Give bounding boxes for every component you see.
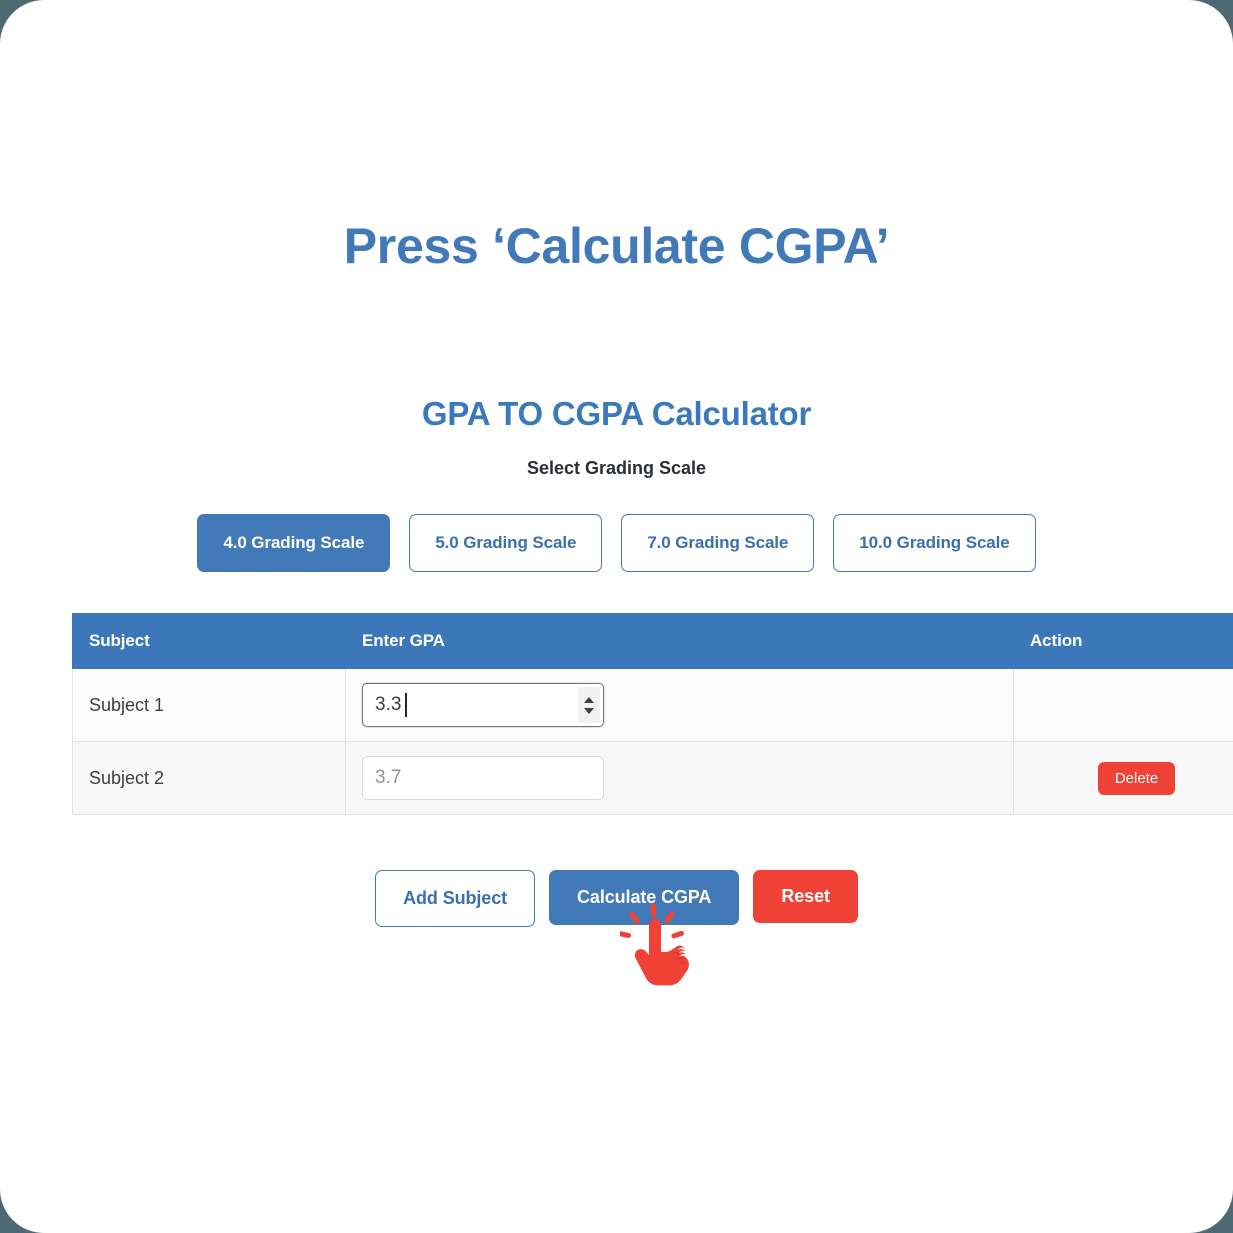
gpa-input-subject-2[interactable] xyxy=(362,756,604,800)
subject-name-cell: Subject 1 xyxy=(72,668,346,742)
column-header-enter-gpa: Enter GPA xyxy=(345,613,1014,669)
action-button-group: Add Subject Calculate CGPA Reset xyxy=(0,870,1233,927)
gpa-input-wrapper xyxy=(362,683,604,727)
table-header: Subject Enter GPA Action xyxy=(72,613,1233,669)
column-header-action: Action xyxy=(1013,613,1233,669)
spinner-up-icon[interactable] xyxy=(584,696,594,703)
gpa-input-cell xyxy=(345,741,1014,815)
delete-subject-2-button[interactable]: Delete xyxy=(1097,761,1176,795)
grading-scale-button-4[interactable]: 4.0 Grading Scale xyxy=(197,514,391,572)
gpa-input-cell xyxy=(345,668,1014,742)
gpa-table: Subject Enter GPA Action Subject 1 3.3 S… xyxy=(72,613,1233,815)
page-title: Press ‘Calculate CGPA’ xyxy=(343,217,890,274)
reset-button[interactable]: Reset xyxy=(753,870,858,923)
text-caret xyxy=(405,693,407,717)
grading-scale-button-10[interactable]: 10.0 Grading Scale xyxy=(833,514,1036,572)
number-spinner-subject-1[interactable] xyxy=(578,687,600,723)
app-card: Press ‘Calculate CGPA’ GPA TO CGPA Calcu… xyxy=(0,0,1233,1233)
section-title: GPA TO CGPA Calculator xyxy=(421,395,812,433)
table-header-row: Subject Enter GPA Action xyxy=(72,613,1233,669)
calculate-cgpa-button[interactable]: Calculate CGPA xyxy=(549,870,740,925)
grading-scale-label: Select Grading Scale xyxy=(526,458,707,478)
gpa-input-subject-1[interactable] xyxy=(362,683,604,727)
grading-scale-button-5[interactable]: 5.0 Grading Scale xyxy=(409,514,603,572)
action-cell xyxy=(1013,668,1233,742)
grading-scale-button-group: 4.0 Grading Scale 5.0 Grading Scale 7.0 … xyxy=(0,514,1233,572)
table-row: Subject 1 xyxy=(72,668,1233,742)
subject-name-cell: Subject 2 xyxy=(72,741,346,815)
column-header-subject: Subject xyxy=(72,613,346,669)
action-cell: Delete xyxy=(1013,741,1233,815)
grading-scale-button-7[interactable]: 7.0 Grading Scale xyxy=(621,514,815,572)
table-row: Subject 2 Delete xyxy=(72,741,1233,815)
table-body: Subject 1 Subject 2 xyxy=(72,668,1233,815)
add-subject-button[interactable]: Add Subject xyxy=(375,870,536,927)
gpa-input-wrapper xyxy=(362,756,604,800)
spinner-down-icon[interactable] xyxy=(584,707,594,714)
